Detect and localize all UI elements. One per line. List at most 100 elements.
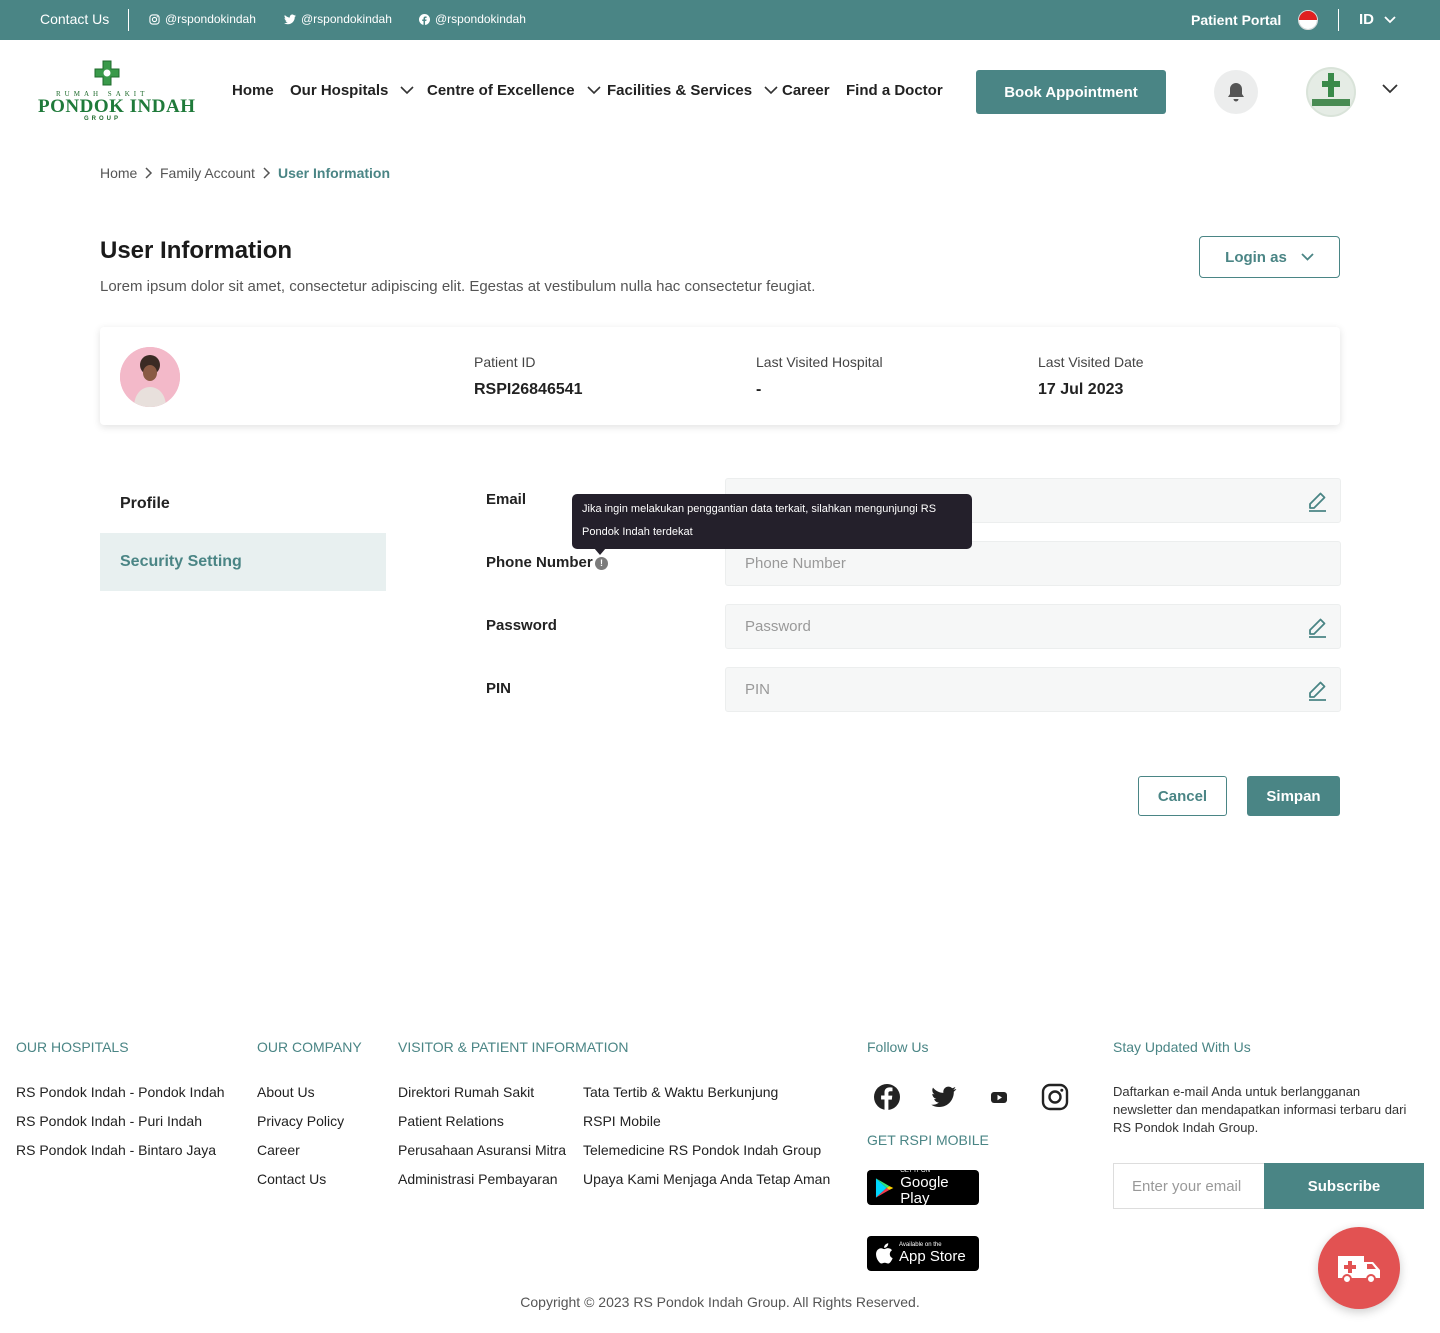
app-store-button[interactable]: Available on the App Store	[867, 1236, 979, 1271]
last-date-label: Last Visited Date	[1038, 354, 1144, 370]
chevron-right-icon	[263, 167, 271, 179]
chevron-right-icon	[145, 167, 153, 179]
divider	[128, 9, 129, 31]
nav-centre-of-excellence[interactable]: Centre of Excellence	[427, 82, 601, 99]
footer-link[interactable]: Upaya Kami Menjaga Anda Tetap Aman	[583, 1171, 830, 1187]
top-bar: Contact Us @rspondokindah @rspondokindah…	[0, 0, 1440, 40]
google-play-icon	[875, 1177, 894, 1198]
facebook-link[interactable]: @rspondokindah	[419, 12, 526, 26]
breadcrumb-current: User Information	[278, 165, 391, 181]
footer-link[interactable]: Patient Relations	[398, 1113, 504, 1129]
nav-find-doctor[interactable]: Find a Doctor	[846, 82, 943, 99]
footer-link[interactable]: Administrasi Pembayaran	[398, 1171, 558, 1187]
edit-pencil-icon[interactable]	[1306, 679, 1328, 701]
patient-id-value: RSPI26846541	[474, 381, 583, 398]
patient-id-label: Patient ID	[474, 354, 536, 370]
chevron-down-icon	[1384, 15, 1396, 23]
nav-career[interactable]: Career	[782, 82, 830, 99]
page-description: Lorem ipsum dolor sit amet, consectetur …	[100, 278, 816, 295]
language-selector[interactable]: ID	[1359, 11, 1396, 28]
footer-follow-heading: Follow Us	[867, 1039, 929, 1055]
facebook-icon	[419, 13, 430, 25]
nav-our-hospitals[interactable]: Our Hospitals	[290, 82, 414, 99]
patient-avatar	[120, 347, 180, 407]
footer-link[interactable]: RSPI Mobile	[583, 1113, 661, 1129]
password-input[interactable]	[726, 605, 1340, 648]
book-appointment-button[interactable]: Book Appointment	[976, 70, 1166, 114]
newsletter-text: Daftarkan e-mail Anda untuk berlangganan…	[1113, 1084, 1407, 1135]
newsletter-email-field[interactable]	[1113, 1163, 1265, 1209]
last-hospital-label: Last Visited Hospital	[756, 354, 883, 370]
newsletter-email-input[interactable]	[1114, 1164, 1265, 1208]
footer-link[interactable]: Perusahaan Asuransi Mitra	[398, 1142, 566, 1158]
user-avatar[interactable]	[1306, 67, 1356, 117]
chevron-down-icon	[586, 86, 601, 95]
apple-icon	[876, 1243, 893, 1264]
google-play-button[interactable]: GET IT ON Google Play	[867, 1168, 979, 1207]
password-label: Password	[486, 617, 557, 634]
edit-pencil-icon[interactable]	[1306, 616, 1328, 638]
save-button[interactable]: Simpan	[1247, 776, 1340, 816]
edit-pencil-icon[interactable]	[1306, 490, 1328, 512]
person-photo-icon	[120, 347, 180, 407]
sidebar-item-profile[interactable]: Profile	[100, 475, 386, 533]
footer-mobile-heading: GET RSPI MOBILE	[867, 1132, 989, 1148]
sidebar-item-security-setting[interactable]: Security Setting	[100, 533, 386, 591]
twitter-link[interactable]: @rspondokindah	[284, 12, 392, 26]
footer-link[interactable]: RS Pondok Indah - Bintaro Jaya	[16, 1142, 216, 1158]
pin-label: PIN	[486, 680, 512, 697]
footer-visitor-heading: VISITOR & PATIENT INFORMATION	[398, 1039, 629, 1055]
patient-portal-link[interactable]: Patient Portal	[1191, 12, 1281, 28]
footer-link[interactable]: Tata Tertib & Waktu Berkunjung	[583, 1084, 778, 1100]
footer-link[interactable]: Contact Us	[257, 1171, 326, 1187]
nav-facilities-services[interactable]: Facilities & Services	[607, 82, 778, 99]
footer-link[interactable]: RS Pondok Indah - Puri Indah	[16, 1113, 202, 1129]
chevron-down-icon[interactable]	[1382, 84, 1398, 94]
instagram-link[interactable]: @rspondokindah	[149, 12, 256, 26]
phone-label: Phone Number	[486, 554, 593, 571]
divider	[1338, 9, 1339, 31]
breadcrumb-family-account[interactable]: Family Account	[160, 165, 255, 181]
nav-home[interactable]: Home	[232, 82, 274, 99]
youtube-icon[interactable]	[984, 1082, 1014, 1112]
facebook-icon[interactable]	[872, 1082, 902, 1112]
footer-link[interactable]: Privacy Policy	[257, 1113, 344, 1129]
login-as-dropdown[interactable]: Login as	[1199, 236, 1340, 278]
footer-link[interactable]: Telemedicine RS Pondok Indah Group	[583, 1142, 821, 1158]
subscribe-button[interactable]: Subscribe	[1264, 1163, 1424, 1209]
emergency-button[interactable]	[1318, 1227, 1400, 1309]
pin-field[interactable]	[725, 667, 1341, 712]
notification-button[interactable]	[1214, 70, 1258, 114]
indonesia-flag-icon[interactable]	[1298, 10, 1318, 30]
chevron-down-icon	[764, 86, 778, 95]
cancel-button[interactable]: Cancel	[1138, 776, 1227, 816]
footer-link[interactable]: Career	[257, 1142, 300, 1158]
chevron-down-icon	[400, 86, 414, 95]
page-title: User Information	[100, 237, 293, 264]
contact-us-link[interactable]: Contact Us	[40, 11, 109, 27]
password-field[interactable]	[725, 604, 1341, 649]
tooltip-arrow	[594, 548, 606, 555]
twitter-icon[interactable]	[928, 1082, 958, 1112]
footer-hospitals-heading: OUR HOSPITALS	[16, 1039, 129, 1055]
avatar-logo-icon	[1308, 69, 1354, 115]
info-icon[interactable]: !	[595, 557, 608, 570]
last-date-value: 17 Jul 2023	[1038, 381, 1124, 398]
pin-input[interactable]	[726, 668, 1340, 711]
footer-link[interactable]: Direktori Rumah Sakit	[398, 1084, 534, 1100]
instagram-icon[interactable]	[1040, 1082, 1070, 1112]
info-tooltip: Jika ingin melakukan penggantian data te…	[572, 494, 972, 549]
email-label: Email	[486, 491, 527, 508]
rspi-logo[interactable]: RUMAH SAKIT PONDOK INDAH GROUP	[38, 60, 195, 124]
patient-card: Patient ID RSPI26846541 Last Visited Hos…	[100, 327, 1340, 425]
cross-logo-icon	[94, 60, 120, 86]
ambulance-icon	[1338, 1256, 1380, 1284]
footer-link[interactable]: About Us	[257, 1084, 315, 1100]
footer-company-heading: OUR COMPANY	[257, 1039, 362, 1055]
copyright-text: Copyright © 2023 RS Pondok Indah Group. …	[520, 1294, 920, 1310]
chevron-down-icon	[1301, 253, 1314, 261]
instagram-icon	[149, 13, 160, 25]
footer-link[interactable]: RS Pondok Indah - Pondok Indah	[16, 1084, 225, 1100]
footer-newsletter-heading: Stay Updated With Us	[1113, 1039, 1251, 1055]
breadcrumb-home[interactable]: Home	[100, 165, 137, 181]
